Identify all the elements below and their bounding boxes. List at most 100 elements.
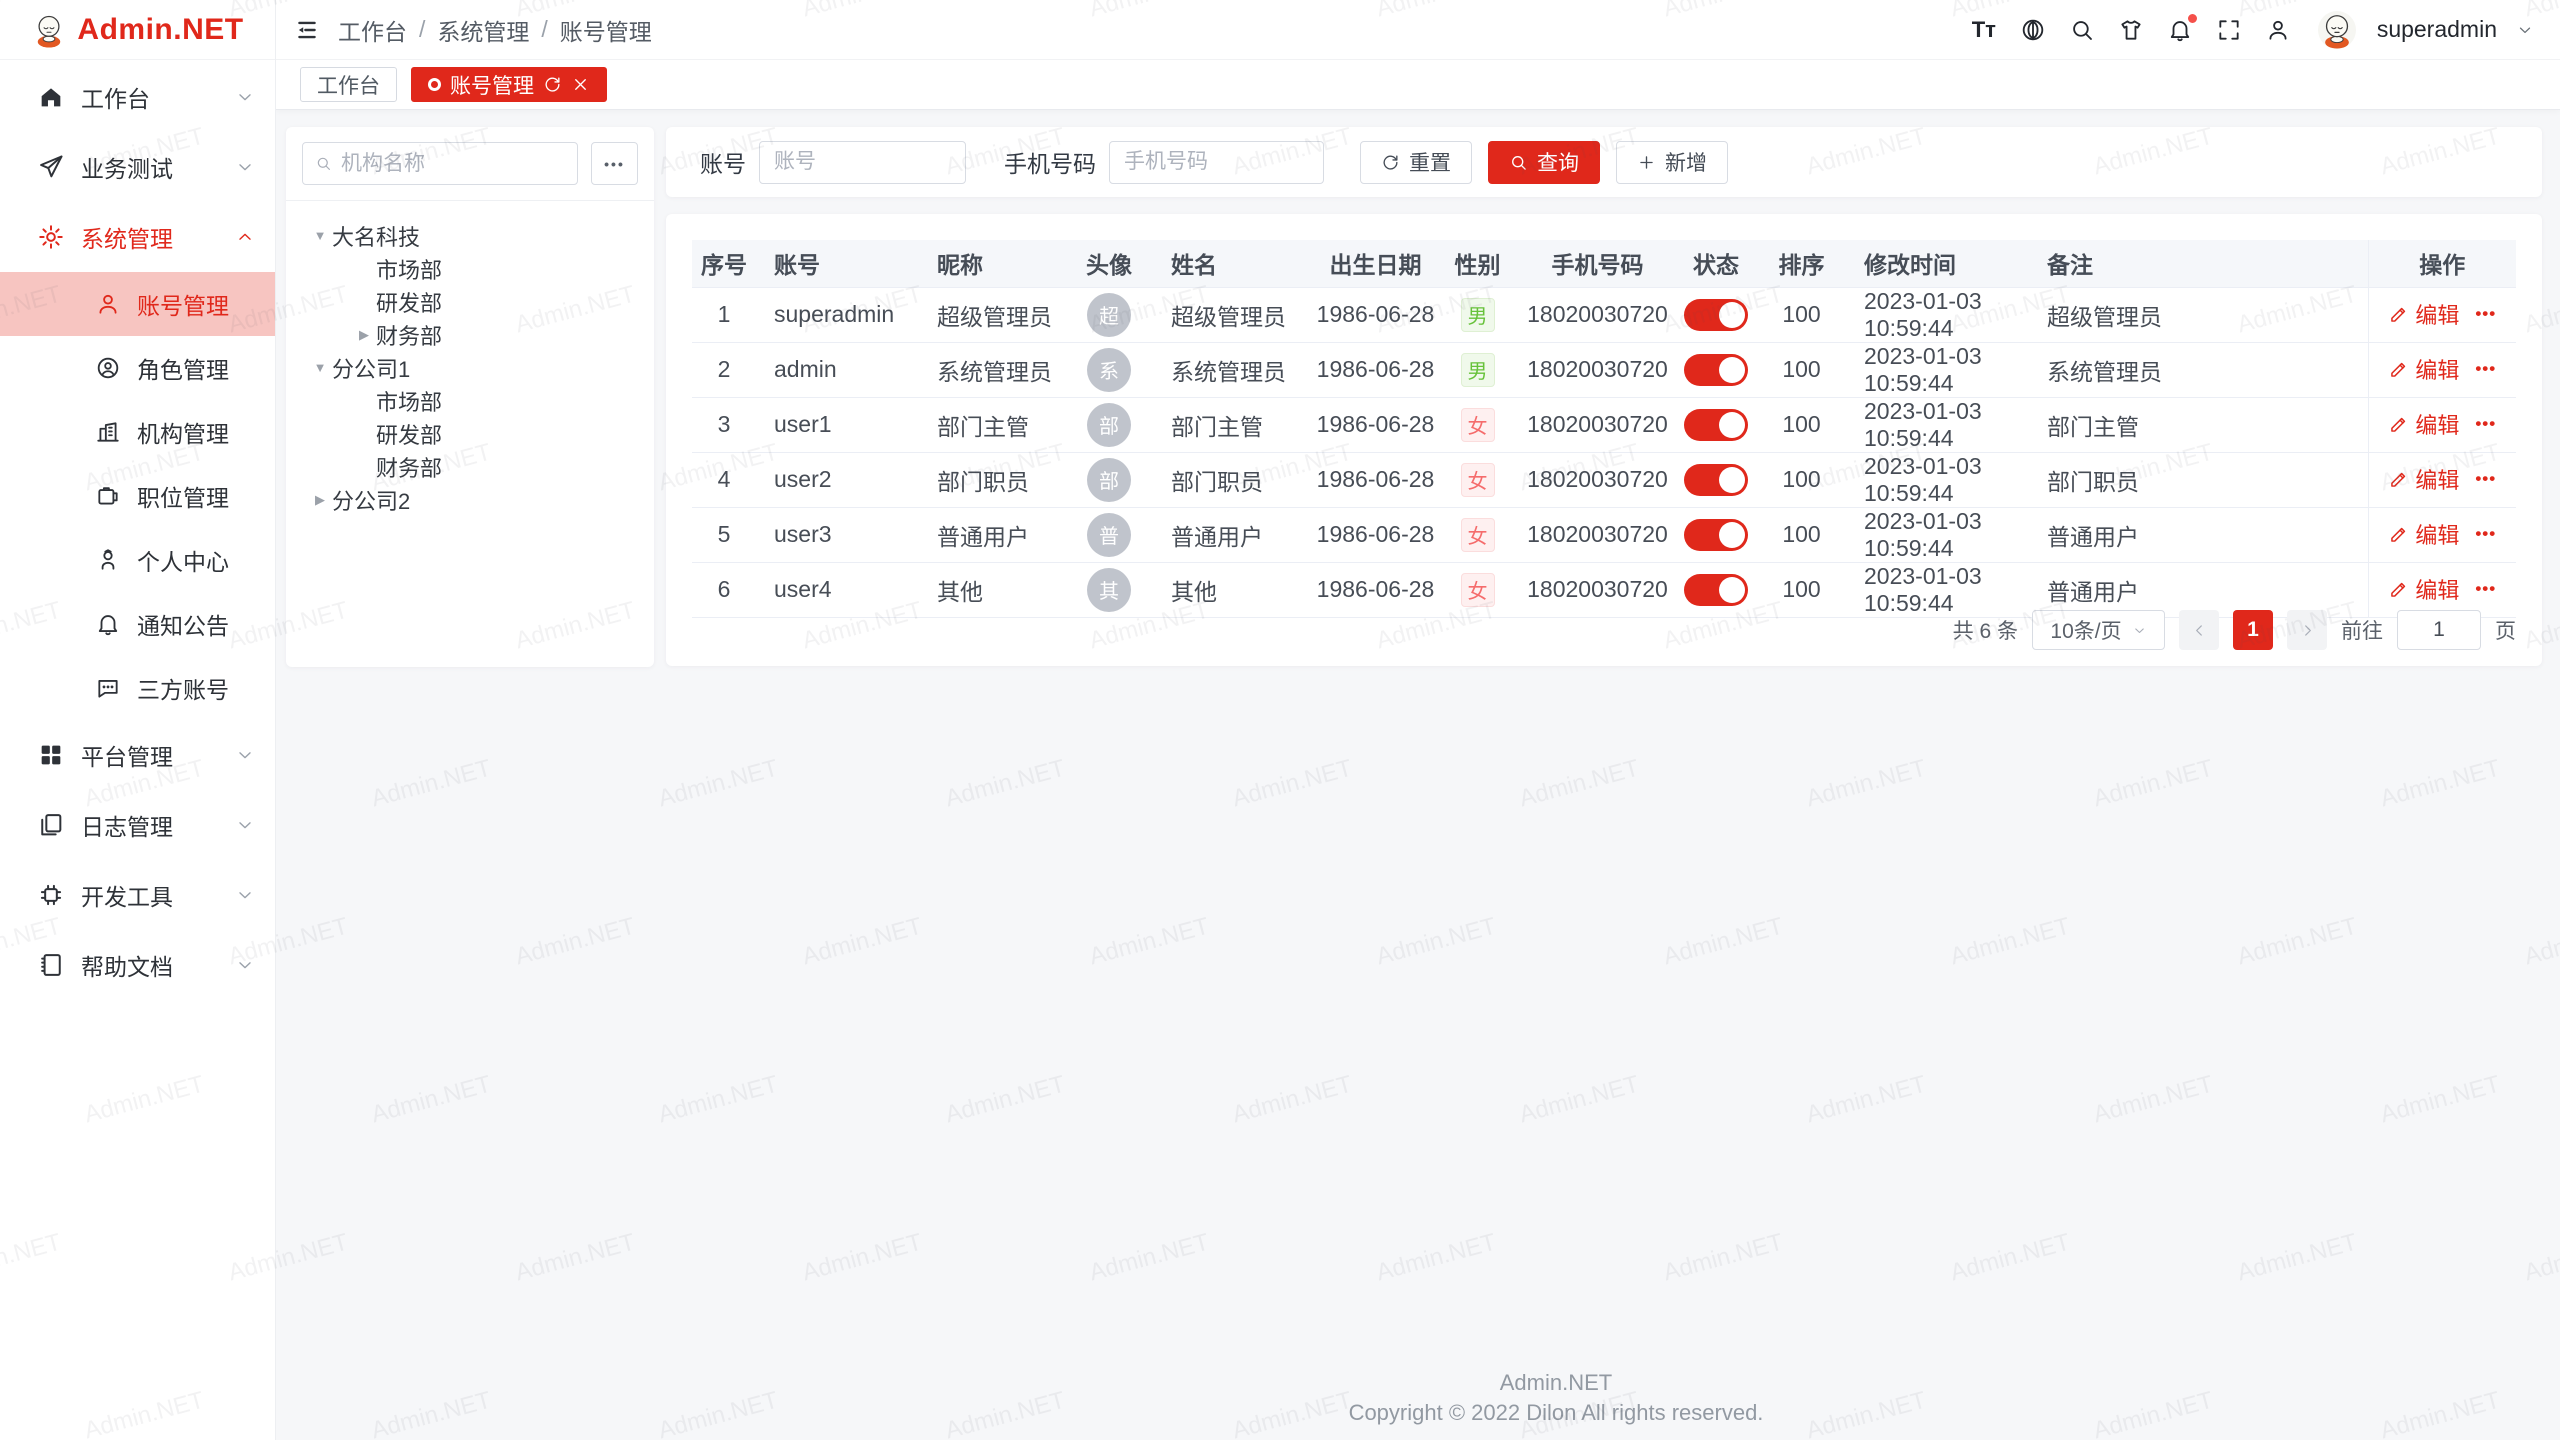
sidebar-item[interactable]: 业务测试: [0, 132, 275, 202]
column-header-index: 序号: [692, 240, 756, 287]
edit-button[interactable]: 编辑: [2388, 408, 2459, 440]
sidebar-menu: 工作台业务测试系统管理账号管理角色管理机构管理职位管理个人中心通知公告三方账号平…: [0, 60, 275, 1000]
more-actions-button[interactable]: •••: [2475, 359, 2496, 379]
edit-button-label: 编辑: [2415, 353, 2459, 385]
edit-button[interactable]: 编辑: [2388, 298, 2459, 330]
profile-icon: [95, 547, 121, 573]
caret-expanded-icon[interactable]: ▼: [308, 228, 332, 243]
breadcrumb-item[interactable]: 工作台: [338, 13, 407, 47]
search-button[interactable]: 查询: [1488, 141, 1600, 184]
status-toggle[interactable]: [1684, 519, 1748, 551]
sidebar-item[interactable]: 工作台: [0, 62, 275, 132]
sidebar-item[interactable]: 系统管理: [0, 202, 275, 272]
account-input[interactable]: [759, 141, 966, 184]
theme-icon[interactable]: [2116, 15, 2146, 45]
sidebar-item[interactable]: 帮助文档: [0, 930, 275, 1000]
tree-node[interactable]: 研发部: [286, 417, 654, 450]
sidebar-subitem[interactable]: 通知公告: [0, 592, 275, 656]
status-toggle[interactable]: [1684, 574, 1748, 606]
chevron-down-icon: [2132, 623, 2147, 638]
add-button-label: 新增: [1665, 147, 1707, 177]
fullscreen-icon[interactable]: [2214, 15, 2244, 45]
sidebar-subitem[interactable]: 职位管理: [0, 464, 275, 528]
status-toggle[interactable]: [1684, 299, 1748, 331]
tree-node[interactable]: ▶财务部: [286, 318, 654, 351]
edit-button[interactable]: 编辑: [2388, 463, 2459, 495]
sidebar-subitem[interactable]: 账号管理: [0, 272, 275, 336]
sidebar-item[interactable]: 日志管理: [0, 790, 275, 860]
edit-button[interactable]: 编辑: [2388, 353, 2459, 385]
cell-phone: 18020030720: [1520, 452, 1675, 507]
sidebar-subitem-label: 职位管理: [137, 479, 229, 513]
cell-avatar: 部: [1065, 452, 1153, 507]
sidebar-subitem[interactable]: 三方账号: [0, 656, 275, 720]
more-actions-button[interactable]: •••: [2475, 524, 2496, 544]
cell-index: 4: [692, 452, 756, 507]
column-header-ops: 操作: [2368, 240, 2516, 287]
close-icon[interactable]: [571, 75, 590, 94]
org-search-input[interactable]: [341, 152, 565, 176]
avatar[interactable]: [2318, 11, 2356, 49]
sidebar-item[interactable]: 平台管理: [0, 720, 275, 790]
status-toggle[interactable]: [1684, 354, 1748, 386]
cell-account: user4: [756, 562, 919, 617]
language-icon[interactable]: [2018, 15, 2048, 45]
breadcrumb-item[interactable]: 账号管理: [560, 13, 652, 47]
more-actions-button[interactable]: •••: [2475, 304, 2496, 324]
cell-name: 超级管理员: [1153, 287, 1316, 342]
goto-page-input[interactable]: [2397, 610, 2481, 650]
tab-active[interactable]: 账号管理: [411, 67, 607, 102]
logo-monk-icon: [31, 12, 67, 48]
user-menu-chevron-down-icon[interactable]: [2516, 21, 2534, 39]
refresh-icon[interactable]: [543, 75, 562, 94]
cell-modified: 2023-01-03 10:59:44: [1846, 287, 2029, 342]
caret-collapsed-icon[interactable]: ▶: [352, 327, 376, 343]
sidebar-subitem[interactable]: 机构管理: [0, 400, 275, 464]
status-toggle[interactable]: [1684, 464, 1748, 496]
next-page-button[interactable]: [2287, 610, 2327, 650]
tree-node[interactable]: ▶分公司2: [286, 483, 654, 516]
search-icon[interactable]: [2067, 15, 2097, 45]
cell-index: 2: [692, 342, 756, 397]
tree-node-label: 财务部: [376, 319, 442, 351]
font-size-icon[interactable]: Tт: [1969, 15, 1999, 45]
more-actions-button[interactable]: •••: [2475, 469, 2496, 489]
user-icon[interactable]: [2263, 15, 2293, 45]
caret-collapsed-icon[interactable]: ▶: [308, 492, 332, 508]
tree-node[interactable]: 财务部: [286, 450, 654, 483]
username[interactable]: superadmin: [2377, 16, 2497, 43]
caret-expanded-icon[interactable]: ▼: [308, 360, 332, 375]
tree-node[interactable]: 市场部: [286, 384, 654, 417]
tree-node[interactable]: 研发部: [286, 285, 654, 318]
page-size-select[interactable]: 10条/页: [2032, 610, 2165, 650]
page-number-button[interactable]: 1: [2233, 610, 2273, 650]
reset-button[interactable]: 重置: [1360, 141, 1472, 184]
tree-node[interactable]: ▼大名科技: [286, 219, 654, 252]
sidebar-item[interactable]: 开发工具: [0, 860, 275, 930]
thirdparty-icon: [95, 675, 121, 701]
sidebar-fold-icon[interactable]: [294, 17, 320, 43]
breadcrumb-item[interactable]: 系统管理: [437, 13, 529, 47]
more-actions-button[interactable]: •••: [2475, 414, 2496, 434]
prev-page-button[interactable]: [2179, 610, 2219, 650]
phone-input[interactable]: [1109, 141, 1324, 184]
logo[interactable]: Admin.NET: [0, 0, 275, 60]
sidebar-subitem[interactable]: 角色管理: [0, 336, 275, 400]
search-button-label: 查询: [1537, 147, 1579, 177]
notification-bell-icon[interactable]: [2165, 15, 2195, 45]
edit-button[interactable]: 编辑: [2388, 518, 2459, 550]
add-button[interactable]: 新增: [1616, 141, 1728, 184]
tree-node[interactable]: ▼分公司1: [286, 351, 654, 384]
sidebar-subitem[interactable]: 个人中心: [0, 528, 275, 592]
status-toggle[interactable]: [1684, 409, 1748, 441]
tab-item[interactable]: 工作台: [300, 67, 397, 102]
sidebar-subitem-label: 个人中心: [137, 543, 229, 577]
cell-account: user2: [756, 452, 919, 507]
avatar: 部: [1087, 403, 1131, 447]
org-search-field[interactable]: [302, 142, 578, 185]
tree-node[interactable]: 市场部: [286, 252, 654, 285]
edit-button[interactable]: 编辑: [2388, 573, 2459, 605]
org-tree-more-button[interactable]: •••: [591, 142, 638, 185]
more-actions-button[interactable]: •••: [2475, 579, 2496, 599]
column-header-avatar: 头像: [1065, 240, 1153, 287]
